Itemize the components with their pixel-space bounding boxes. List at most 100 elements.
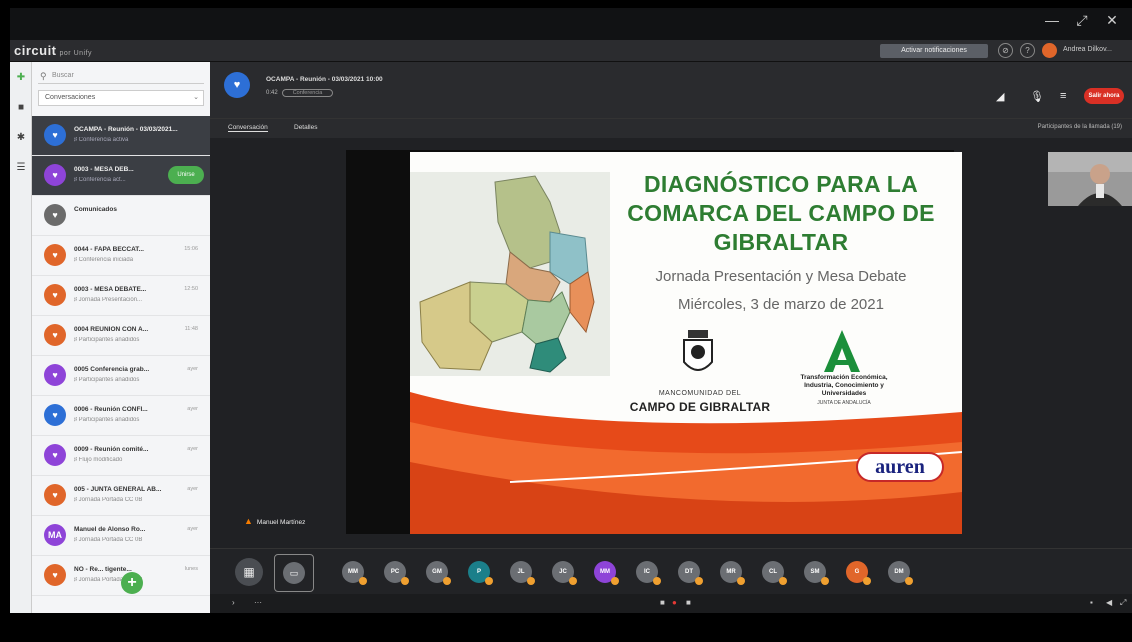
grid-view-button[interactable]: ▦ xyxy=(235,558,263,586)
close-icon[interactable]: ✕ xyxy=(1100,12,1124,29)
conversation-title: 0009 - Reunión comité... xyxy=(74,446,149,453)
conversation-time: ayer xyxy=(187,446,198,452)
participant-initials: SM xyxy=(810,569,820,575)
conversation-item[interactable]: ♥ 0006 - Reunión CONFI... ♯ Participantes … xyxy=(32,396,210,436)
participant-avatar[interactable]: MM xyxy=(342,561,367,585)
conversation-title: OCAMPA - Reunión - 03/03/2021... xyxy=(74,126,178,133)
conversation-item[interactable]: MA Manuel de Alonso Ro... ♯ Jornada Portad… xyxy=(32,516,210,556)
conversation-snippet: ♯ Participantes añadidos xyxy=(74,337,140,343)
user-avatar[interactable] xyxy=(1042,43,1057,58)
conversation-time: ayer xyxy=(187,406,198,412)
conversation-item[interactable]: ♥ OCAMPA - Reunión - 03/03/2021... ♯ Confe… xyxy=(32,116,210,156)
conversation-item[interactable]: ♥ 0004 REUNIÓN CON A... ♯ Participantes añ… xyxy=(32,316,210,356)
participant-avatar[interactable]: JL xyxy=(510,561,535,585)
chevron-down-icon: ⌄ xyxy=(193,94,199,101)
enable-notifications-button[interactable]: Activar notificaciones xyxy=(880,44,988,58)
participant-initials: P xyxy=(476,569,481,575)
more-icon[interactable]: ··· xyxy=(254,598,262,607)
conversation-avatar: ♥ xyxy=(44,364,66,386)
participant-initials: PC xyxy=(390,569,400,575)
participant-initials: GM xyxy=(432,569,442,575)
maximize-icon[interactable]: ⤢ xyxy=(1070,12,1094,29)
conversation-title: 005 - JUNTA GENERAL AB... xyxy=(74,486,162,493)
conversation-time: ayer xyxy=(187,486,198,492)
conversation-item[interactable]: ♥ 0009 - Reunión comité... ♯ Flujo modific… xyxy=(32,436,210,476)
conversation-snippet: ♯ Participantes añadidos xyxy=(74,417,140,423)
conversation-avatar: ♥ xyxy=(44,484,66,506)
participant-avatar[interactable]: CL xyxy=(762,561,787,585)
microphone-icon xyxy=(737,577,745,585)
leave-call-button[interactable]: Salir ahora xyxy=(1084,88,1124,104)
mute-icon[interactable]: ■ xyxy=(686,598,691,607)
new-conversation-button[interactable]: + xyxy=(121,572,143,594)
screen-share-icon: ▭ xyxy=(283,562,305,584)
participant-avatar[interactable]: P xyxy=(468,561,493,585)
conversation-sidebar: ⚲ Buscar Conversaciones ⌄ ♥ OCAMPA - Reunió… xyxy=(32,62,210,613)
conversation-filter-select[interactable]: Conversaciones ⌄ xyxy=(38,90,204,106)
do-not-disturb-icon[interactable]: ⊘ xyxy=(998,43,1013,58)
participant-avatar[interactable]: PC xyxy=(384,561,409,585)
expand-icon[interactable]: ⤢ xyxy=(1120,598,1126,608)
tab-details[interactable]: Detalles xyxy=(294,124,317,131)
tab-conversation[interactable]: Conversación xyxy=(228,124,268,132)
participant-avatar[interactable]: DT xyxy=(678,561,703,585)
microphone-icon[interactable]: 🎙 xyxy=(1030,90,1044,103)
conversation-item[interactable]: ♥ NO - Re... tigente... ♯ Jornada Portada … xyxy=(32,556,210,596)
participant-avatar[interactable]: GM xyxy=(426,561,451,585)
conversation-item[interactable]: ♥ 0005 Conferencia grab... ♯ Participantes… xyxy=(32,356,210,396)
conversation-item[interactable]: ♥ 0003 - MESA DEBATE... ♯ Jornada Presenta… xyxy=(32,276,210,316)
chart-icon[interactable]: ◢ xyxy=(996,90,1004,103)
participants-toggle[interactable]: Participantes de la llamada (19) xyxy=(1038,124,1122,130)
camera-icon[interactable]: ■ xyxy=(660,598,665,607)
conference-subtitle: 0:42 Conferencia xyxy=(266,89,334,97)
collapse-icon[interactable]: › xyxy=(232,598,235,607)
conversation-snippet: ♯ Conferencia activa xyxy=(74,137,129,143)
auren-logo: auren xyxy=(856,452,944,482)
conversation-title: 0003 - MESA DEBATE... xyxy=(74,286,147,293)
participant-initials: MM xyxy=(348,569,358,575)
participant-avatar[interactable]: JC xyxy=(552,561,577,585)
join-button[interactable]: Unirse xyxy=(168,166,204,184)
settings-icon[interactable]: ✱ xyxy=(15,132,27,144)
conversation-item[interactable]: ♥ 005 - JUNTA GENERAL AB... ♯ Jornada Port… xyxy=(32,476,210,516)
participant-avatar[interactable]: G xyxy=(846,561,871,585)
conversation-time: 15:06 xyxy=(184,246,198,252)
conference-avatar: ♥ xyxy=(224,72,250,98)
participant-initials: JL xyxy=(517,569,525,575)
conversation-avatar: ♥ xyxy=(44,204,66,226)
screen-icon[interactable]: ▪ xyxy=(1090,598,1093,607)
participant-avatar[interactable]: MR xyxy=(720,561,745,585)
region-map xyxy=(410,172,610,376)
help-icon[interactable]: ? xyxy=(1020,43,1035,58)
search-input[interactable]: ⚲ Buscar xyxy=(38,68,204,84)
speaker-video-thumbnail[interactable] xyxy=(1048,152,1132,206)
menu-icon[interactable]: ≡ xyxy=(1060,90,1066,102)
conversation-item[interactable]: ♥ 0044 - FAPA BECCAT... ♯ Conferencia inic… xyxy=(32,236,210,276)
conversation-item[interactable]: ♥ Comunicados xyxy=(32,196,210,236)
minimize-icon[interactable]: — xyxy=(1040,12,1064,28)
app-window: — ⤢ ✕ circuit por Unify Activar notificac… xyxy=(10,8,1132,613)
user-name[interactable]: Andrea Dilkov... xyxy=(1063,46,1112,53)
participant-avatar[interactable]: DM xyxy=(888,561,913,585)
microphone-icon xyxy=(359,577,367,585)
conversations-icon[interactable]: ■ xyxy=(15,102,27,114)
conversation-item[interactable]: ♥ 0003 - MESA DEB... ♯ Conferencia act... U… xyxy=(32,156,210,196)
left-rail: ✚ ■ ✱ ☰ xyxy=(10,62,32,613)
add-icon[interactable]: ✚ xyxy=(15,72,27,84)
slide-subtitle: Jornada Presentación y Mesa Debate xyxy=(655,268,907,285)
participant-avatar[interactable]: IC xyxy=(636,561,661,585)
participant-avatar[interactable]: MM xyxy=(594,561,619,585)
coat-of-arms-icon xyxy=(683,330,713,371)
conversation-avatar: ♥ xyxy=(44,324,66,346)
menu-icon[interactable]: ☰ xyxy=(15,162,27,174)
screen-share-tile[interactable]: ▭ xyxy=(274,554,314,592)
participant-avatar[interactable]: SM xyxy=(804,561,829,585)
volume-icon[interactable]: ◀ xyxy=(1106,598,1112,607)
search-icon: ⚲ xyxy=(40,71,47,81)
conference-tabs: Conversación Detalles Participantes de l… xyxy=(210,118,1132,138)
conversation-time: ayer xyxy=(187,526,198,532)
conversation-snippet: ♯ Participantes añadidos xyxy=(74,377,140,383)
conference-header: ♥ OCAMPA - Reunión - 03/03/2021 10:00 0:… xyxy=(210,62,1132,118)
record-icon[interactable]: ● xyxy=(672,598,677,607)
participant-initials: DT xyxy=(685,569,693,575)
